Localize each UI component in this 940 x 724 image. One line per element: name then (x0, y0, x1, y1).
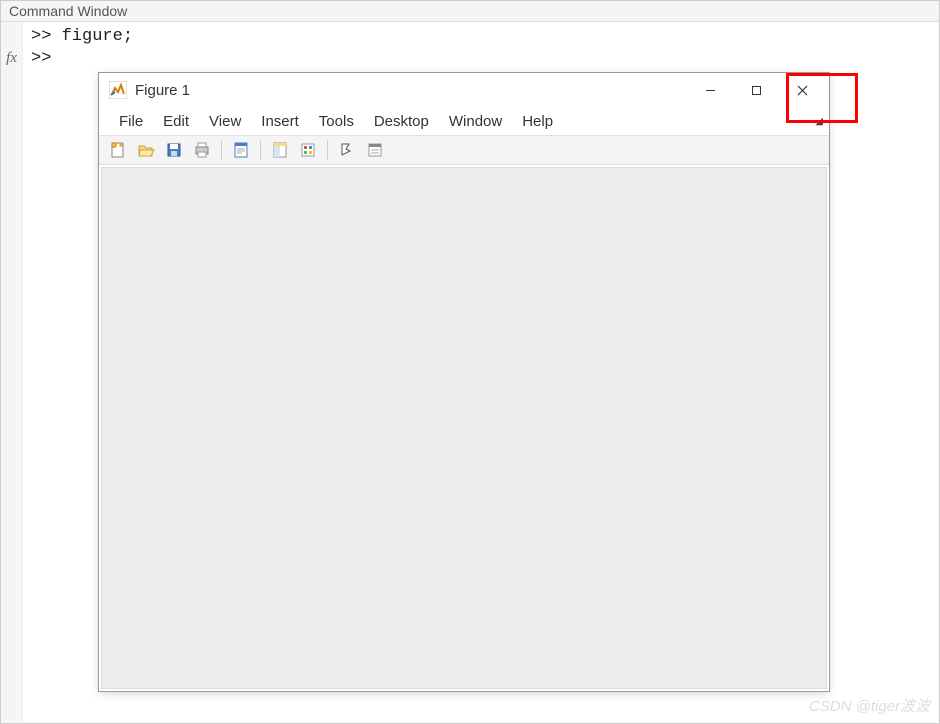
figure-window: Figure 1 File Edit View Insert Tools Des… (98, 72, 830, 692)
data-cursor-button[interactable] (267, 138, 293, 162)
edit-plot-button[interactable] (334, 138, 360, 162)
toolbar-separator (327, 140, 328, 160)
menu-tools[interactable]: Tools (309, 111, 364, 132)
command-window-gutter: fx (1, 22, 23, 723)
minimize-button[interactable] (687, 75, 733, 105)
command-window-title: Command Window (1, 1, 939, 22)
fx-icon: fx (6, 50, 17, 67)
menu-window[interactable]: Window (439, 111, 512, 132)
colorbar-button[interactable] (295, 138, 321, 162)
save-button[interactable] (161, 138, 187, 162)
menu-help[interactable]: Help (512, 111, 563, 132)
figure-toolbar (99, 135, 829, 165)
figure-title: Figure 1 (135, 82, 687, 99)
figure-titlebar[interactable]: Figure 1 (99, 73, 829, 107)
menu-edit[interactable]: Edit (153, 111, 199, 132)
command-line: >> figure; (31, 26, 133, 48)
menu-file[interactable]: File (109, 111, 153, 132)
close-button[interactable] (779, 75, 825, 105)
legend-button[interactable] (362, 138, 388, 162)
new-figure-button[interactable] (105, 138, 131, 162)
print-preview-button[interactable] (228, 138, 254, 162)
toolbar-separator (260, 140, 261, 160)
maximize-button[interactable] (733, 75, 779, 105)
menu-view[interactable]: View (199, 111, 251, 132)
toolbar-separator (221, 140, 222, 160)
figure-menubar: File Edit View Insert Tools Desktop Wind… (99, 107, 829, 135)
matlab-icon (109, 81, 127, 99)
menu-desktop[interactable]: Desktop (364, 111, 439, 132)
command-prompt[interactable]: >> (31, 48, 133, 70)
watermark: CSDN @tiger波波 (809, 695, 930, 716)
menu-insert[interactable]: Insert (251, 111, 309, 132)
menu-overflow-icon[interactable]: ◢ (815, 116, 823, 127)
open-button[interactable] (133, 138, 159, 162)
figure-canvas[interactable] (101, 167, 827, 689)
print-button[interactable] (189, 138, 215, 162)
